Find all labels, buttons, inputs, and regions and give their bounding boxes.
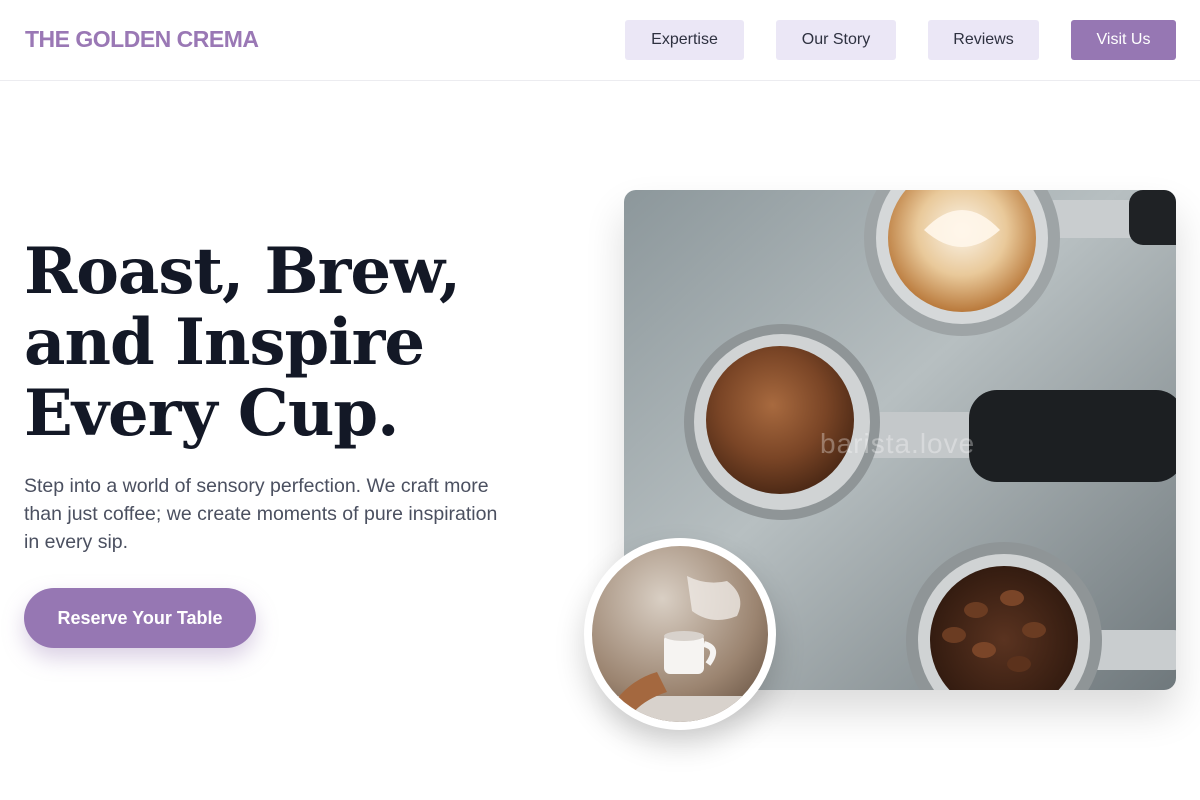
hero-title-line: and Inspire xyxy=(24,305,425,380)
nav-expertise-button[interactable]: Expertise xyxy=(625,20,744,60)
nav-visit-us-button[interactable]: Visit Us xyxy=(1071,20,1176,60)
nav-reviews-button[interactable]: Reviews xyxy=(928,20,1039,60)
hero-title: Roast, Brew, and Inspire Every Cup. xyxy=(24,236,544,449)
inset-coffee-cup-photo xyxy=(584,538,776,730)
brand-logo[interactable]: THE GOLDEN CREMA xyxy=(25,26,259,53)
hero-title-line: Every Cup. xyxy=(24,376,399,451)
nav-our-story-button[interactable]: Our Story xyxy=(776,20,896,60)
hero-subtitle: Step into a world of sensory perfection.… xyxy=(24,475,498,553)
photo-watermark: barista.love xyxy=(820,428,976,459)
reserve-table-button[interactable]: Reserve Your Table xyxy=(24,588,256,648)
site-header: THE GOLDEN CREMA Expertise Our Story Rev… xyxy=(0,0,1200,81)
hero-title-line: Roast, Brew, xyxy=(24,234,461,309)
